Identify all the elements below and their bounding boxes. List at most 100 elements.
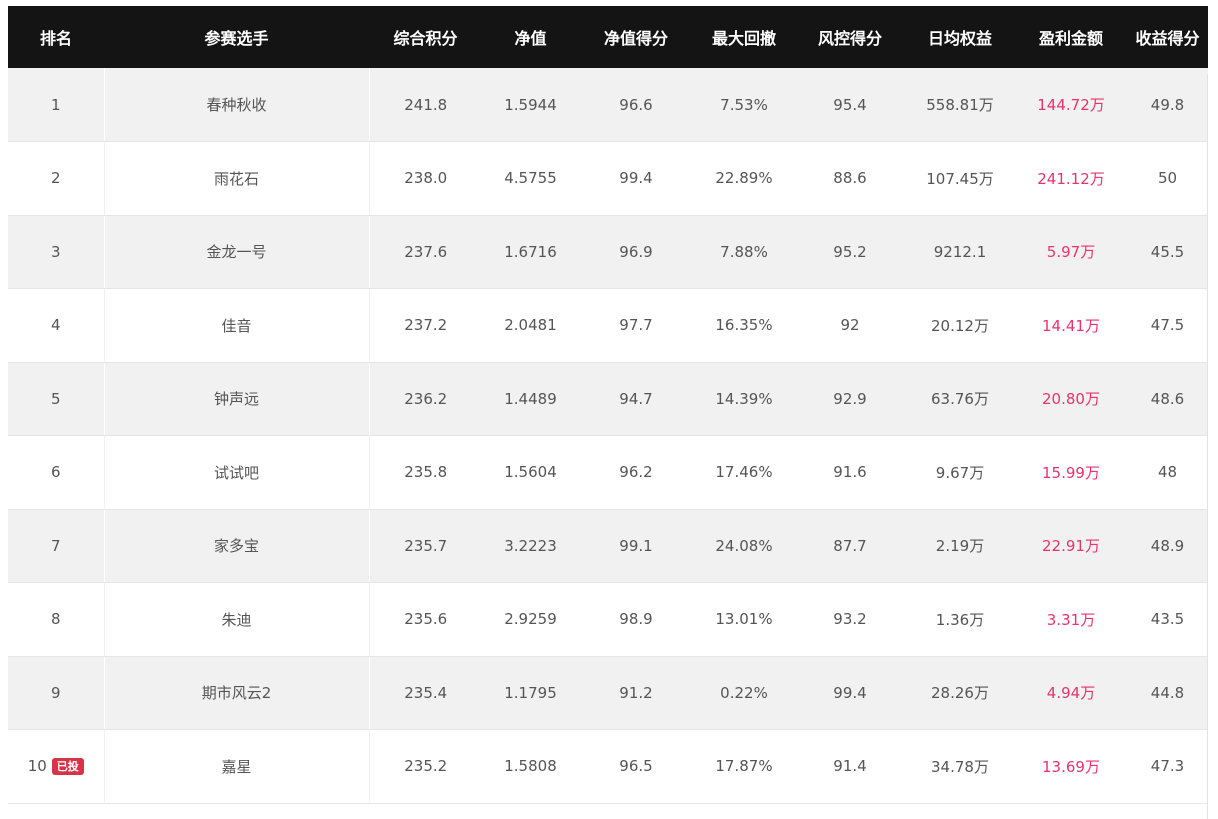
header-avg-equity[interactable]: 日均权益 (905, 6, 1015, 68)
score-cell-text: 235.8 (404, 463, 448, 482)
score-cell-text: 235.6 (404, 610, 448, 629)
table-row[interactable]: 5 钟声远 236.2 1.4489 94.7 14.39% 92.9 63.76万 20.80… (8, 362, 1208, 436)
profit-cell: 4.94万 (1015, 656, 1127, 730)
max-drawdown-cell-text: 17.46% (715, 463, 773, 482)
risk-score-cell-text: 91.6 (833, 463, 867, 482)
risk-score-cell: 95.4 (795, 68, 905, 142)
nav-cell: 3.2223 (482, 509, 579, 583)
max-drawdown-cell: 22.89% (693, 141, 795, 216)
player-name-cell-text[interactable]: 金龙一号 (206, 243, 266, 261)
player-name-cell: 试试吧 (103, 435, 370, 510)
rank-cell: 6 (8, 435, 104, 510)
avg-equity-cell-text: 1.36万 (935, 610, 985, 629)
risk-score-cell-text: 92 (840, 316, 860, 335)
avg-equity-cell: 9212.1 (905, 215, 1015, 289)
nav-score-cell-text: 97.7 (619, 316, 653, 335)
header-profit[interactable]: 盈利金额 (1015, 6, 1127, 68)
rank-cell: 1 (8, 68, 104, 142)
table-row[interactable]: 8 朱迪 235.6 2.9259 98.9 13.01% 93.2 1.36万 3.31万 43… (8, 582, 1208, 657)
profit-cell-text: 22.91万 (1042, 537, 1100, 556)
profit-cell: 15.99万 (1015, 435, 1127, 510)
risk-score-cell-text: 88.6 (833, 169, 867, 188)
return-score-cell: 47.5 (1127, 288, 1208, 363)
player-name-cell-text[interactable]: 钟声远 (214, 390, 259, 408)
rank-cell: 9 (8, 656, 104, 730)
rank-cell-text: 1 (50, 95, 61, 114)
player-name-cell-text[interactable]: 佳音 (221, 317, 251, 335)
max-drawdown-cell: 7.88% (693, 215, 795, 289)
nav-score-cell: 96.6 (579, 68, 693, 142)
table-row[interactable]: 7 家多宝 235.7 3.2223 99.1 24.08% 87.7 2.19万 22.91万… (8, 509, 1208, 583)
player-name-cell: 期市风云2 (103, 656, 370, 730)
header-rank[interactable]: 排名 (8, 6, 104, 68)
rank-cell-text: 8 (50, 610, 61, 629)
nav-cell: 1.6716 (482, 215, 579, 289)
profit-cell: 5.97万 (1015, 215, 1127, 289)
table-row[interactable]: 4 佳音 237.2 2.0481 97.7 16.35% 92 20.12万 14.41万 47… (8, 288, 1208, 363)
nav-cell-text: 1.4489 (504, 389, 557, 408)
avg-equity-cell-text: 34.78万 (931, 757, 989, 776)
player-name-cell-text[interactable]: 家多宝 (214, 537, 259, 555)
rank-cell-text: 3 (50, 242, 61, 261)
return-score-cell: 43.5 (1127, 582, 1208, 657)
table-row[interactable]: 2 雨花石 238.0 4.5755 99.4 22.89% 88.6 107.45万 241.… (8, 141, 1208, 216)
header-player[interactable]: 参赛选手 (104, 6, 369, 68)
header-max-drawdown[interactable]: 最大回撤 (693, 6, 795, 68)
header-score[interactable]: 综合积分 (369, 6, 482, 68)
profit-cell: 13.69万 (1015, 729, 1127, 804)
table-row[interactable]: 10 已投 嘉星 235.2 1.5808 96.5 17.87% 91.4 34.78万 13.… (8, 729, 1208, 804)
return-score-cell: 45.5 (1127, 215, 1208, 289)
nav-cell-text: 2.9259 (504, 610, 557, 629)
return-score-cell-text: 45.5 (1150, 242, 1185, 261)
return-score-cell: 48.6 (1127, 362, 1208, 436)
nav-cell-text: 1.1795 (504, 683, 557, 702)
score-cell: 236.2 (369, 362, 482, 436)
nav-cell-text: 1.5604 (504, 463, 557, 482)
risk-score-cell: 99.4 (795, 656, 905, 730)
table-row[interactable]: 6 试试吧 235.8 1.5604 96.2 17.46% 91.6 9.67万 15.99万… (8, 435, 1208, 510)
header-risk-score[interactable]: 风控得分 (795, 6, 905, 68)
header-return-score[interactable]: 收益得分 (1127, 6, 1208, 68)
invested-badge: 已投 (51, 758, 84, 776)
score-cell-text: 238.0 (404, 169, 448, 188)
score-cell: 235.6 (369, 582, 482, 657)
player-name-cell-text[interactable]: 嘉星 (221, 758, 251, 776)
header-nav[interactable]: 净值 (482, 6, 579, 68)
return-score-cell: 48 (1127, 435, 1208, 510)
return-score-cell-text: 44.8 (1150, 683, 1185, 702)
max-drawdown-cell: 13.01% (693, 582, 795, 657)
nav-score-cell: 94.7 (579, 362, 693, 436)
nav-cell: 1.5944 (482, 68, 579, 142)
table-row[interactable]: 1 春种秋收 241.8 1.5944 96.6 7.53% 95.4 558.81万 144.… (8, 68, 1208, 142)
table-row[interactable]: 9 期市风云2 235.4 1.1795 91.2 0.22% 99.4 28.26万 4.94… (8, 656, 1208, 730)
score-cell-text: 236.2 (404, 389, 448, 408)
avg-equity-cell-text: 28.26万 (931, 684, 989, 703)
max-drawdown-cell: 17.87% (693, 729, 795, 804)
avg-equity-cell: 63.76万 (905, 362, 1015, 436)
max-drawdown-cell-text: 22.89% (715, 169, 773, 188)
nav-score-cell-text: 96.9 (619, 242, 653, 261)
profit-cell: 22.91万 (1015, 509, 1127, 583)
rank-cell: 3 (8, 215, 104, 289)
score-cell-text: 241.8 (404, 95, 448, 114)
ranking-table: 排名 参赛选手 综合积分 净值 净值得分 最大回撤 风控得分 日均权益 盈利金额… (8, 6, 1208, 804)
player-name-cell-text[interactable]: 春种秋收 (206, 96, 266, 114)
leaderboard: 排名 参赛选手 综合积分 净值 净值得分 最大回撤 风控得分 日均权益 盈利金额… (8, 6, 1208, 819)
header-nav-score[interactable]: 净值得分 (579, 6, 693, 68)
score-cell: 235.8 (369, 435, 482, 510)
player-name-cell-text[interactable]: 期市风云2 (202, 684, 272, 702)
return-score-cell: 49.8 (1127, 68, 1208, 142)
nav-score-cell-text: 96.6 (619, 95, 653, 114)
nav-score-cell: 96.5 (579, 729, 693, 804)
risk-score-cell: 95.2 (795, 215, 905, 289)
nav-cell-text: 4.5755 (504, 169, 557, 188)
score-cell-text: 235.7 (404, 536, 448, 555)
player-name-cell-text[interactable]: 试试吧 (214, 464, 259, 482)
avg-equity-cell-text: 107.45万 (926, 169, 994, 188)
table-row[interactable]: 3 金龙一号 237.6 1.6716 96.9 7.88% 95.2 9212.1 5.97万… (8, 215, 1208, 289)
player-name-cell-text[interactable]: 雨花石 (214, 170, 259, 188)
max-drawdown-cell-text: 17.87% (715, 757, 773, 776)
avg-equity-cell: 558.81万 (905, 68, 1015, 142)
player-name-cell-text[interactable]: 朱迪 (221, 611, 251, 629)
return-score-cell-text: 48.6 (1150, 389, 1185, 408)
